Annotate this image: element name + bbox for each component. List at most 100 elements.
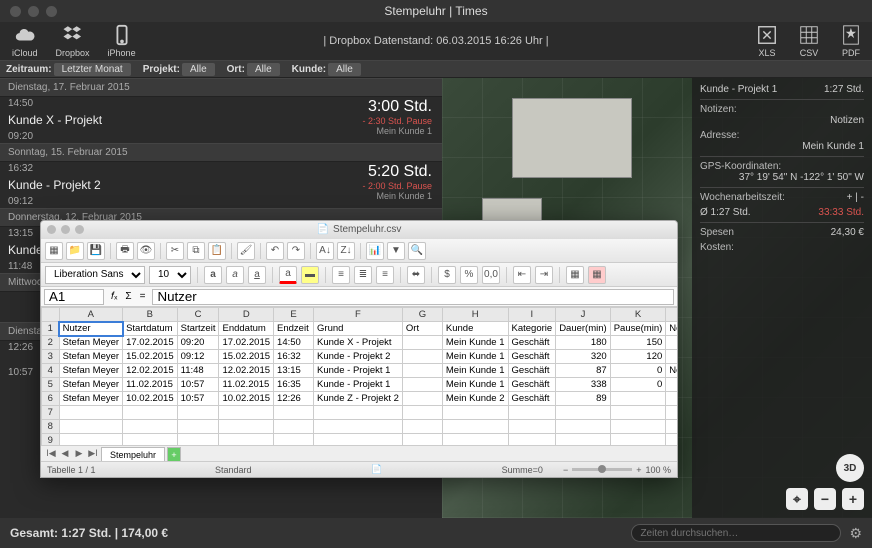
equals-icon[interactable]: = (136, 291, 150, 302)
align-left-icon[interactable]: ≡ (332, 266, 350, 284)
map-zoom-in[interactable]: + (842, 488, 864, 510)
min-dot[interactable] (28, 6, 39, 17)
week-value[interactable]: + | - (847, 192, 864, 203)
dropbox-icon (62, 24, 84, 46)
align-center-icon[interactable]: ≣ (354, 266, 372, 284)
time-entry[interactable]: 14:50Kunde X - Projekt09:20 3:00 Std.- 2… (0, 97, 442, 143)
time-entry[interactable]: 16:32Kunde - Projekt 209:12 5:20 Std.- 2… (0, 162, 442, 208)
paste-icon[interactable]: 📋 (208, 242, 226, 260)
cut-icon[interactable]: ✂ (166, 242, 184, 260)
bold-icon[interactable]: a (204, 266, 222, 284)
sheet-tab[interactable]: Stempeluhr (101, 447, 165, 461)
close-dot[interactable] (47, 225, 56, 234)
storage-icloud[interactable]: iCloud (12, 24, 38, 58)
map-3d-button[interactable]: 3D (836, 454, 864, 482)
decimal-icon[interactable]: 0,0 (482, 266, 500, 284)
brush-icon[interactable]: 🖌 (237, 242, 255, 260)
status-style: Standard (215, 465, 252, 475)
map-controls: 3D ⌖ − + (786, 454, 864, 510)
spreadsheet-window: 📄Stempeluhr.csv ▦ 📁 💾 🖶 👁 ✂ ⧉ 📋 🖌 ↶ ↷ A↓… (40, 220, 678, 478)
export-csv[interactable]: CSV (798, 24, 820, 58)
open-icon[interactable]: 📁 (66, 242, 84, 260)
close-dot[interactable] (10, 6, 21, 17)
indent-dec-icon[interactable]: ⇤ (513, 266, 531, 284)
customer: Mein Kunde 1 (376, 191, 432, 201)
chart-icon[interactable]: 📊 (366, 242, 384, 260)
font-select[interactable]: Liberation Sans (45, 266, 145, 284)
max-dot[interactable] (75, 225, 84, 234)
sort-desc-icon[interactable]: Z↓ (337, 242, 355, 260)
add-sheet-tab[interactable]: + (167, 447, 181, 461)
gps-label: GPS-Koordinaten: (700, 161, 864, 172)
print-icon[interactable]: 🖶 (116, 242, 134, 260)
map-locate-button[interactable]: ⌖ (786, 488, 808, 510)
duration: 5:20 Std. (368, 163, 432, 181)
zoom-out-icon[interactable]: − (563, 465, 568, 475)
filter-icon[interactable]: ▼ (387, 242, 405, 260)
italic-icon[interactable]: a (226, 266, 244, 284)
entry-name: Kunde - Projekt 2 (8, 178, 101, 192)
window-title: Stempeluhr | Times (0, 0, 872, 22)
save-icon[interactable]: 💾 (87, 242, 105, 260)
day-header: Dienstag, 17. Februar 2015 (0, 78, 442, 97)
export-xls[interactable]: XLS (756, 24, 778, 58)
align-right-icon[interactable]: ≡ (376, 266, 394, 284)
currency-icon[interactable]: $ (438, 266, 456, 284)
copy-icon[interactable]: ⧉ (187, 242, 205, 260)
tab-next[interactable]: ▶ (73, 448, 85, 459)
xls-icon (756, 24, 778, 46)
tab-last[interactable]: ▶I (87, 448, 99, 459)
filter-kunde[interactable]: Alle (328, 63, 361, 76)
new-icon[interactable]: ▦ (45, 242, 63, 260)
merge-icon[interactable]: ⬌ (407, 266, 425, 284)
mac-traffic-lights (10, 6, 57, 17)
storage-iphone[interactable]: iPhone (108, 24, 136, 58)
day-header: Sonntag, 15. Februar 2015 (0, 143, 442, 162)
grid-icon[interactable]: ▦ (588, 266, 606, 284)
spreadsheet-grid: ABCDEFGHIJKLM1NutzerStartdatumStartzeitE… (41, 307, 677, 445)
max-dot[interactable] (46, 6, 57, 17)
tab-first[interactable]: I◀ (45, 448, 57, 459)
grid-scroll[interactable]: ABCDEFGHIJKLM1NutzerStartdatumStartzeitE… (41, 307, 677, 445)
filter-zeitraum[interactable]: Letzter Monat (54, 63, 131, 76)
sort-asc-icon[interactable]: A↓ (316, 242, 334, 260)
size-select[interactable]: 10 (149, 266, 191, 284)
filter-projekt[interactable]: Alle (182, 63, 215, 76)
week-label: Wochenarbeitszeit: (700, 192, 785, 203)
settings-gear-icon[interactable]: ⚙ (849, 525, 862, 542)
sync-status: | Dropbox Datenstand: 06.03.2015 16:26 U… (323, 35, 548, 47)
find-icon[interactable]: 🔍 (408, 242, 426, 260)
filter-bar: Zeitraum: Letzter Monat Projekt: Alle Or… (0, 60, 872, 78)
filter-ort[interactable]: Alle (247, 63, 280, 76)
highlight-icon[interactable]: ▬ (301, 266, 319, 284)
borders-icon[interactable]: ▦ (566, 266, 584, 284)
filter-ort-label: Ort: (227, 64, 245, 75)
export-pdf[interactable]: PDF (840, 24, 862, 58)
zoom-control[interactable]: − + 100 % (563, 465, 671, 475)
zoom-slider[interactable] (572, 468, 632, 471)
font-color-icon[interactable]: a (279, 266, 297, 284)
map-zoom-out[interactable]: − (814, 488, 836, 510)
filter-kunde-label: Kunde: (292, 64, 326, 75)
storage-dropbox[interactable]: Dropbox (56, 24, 90, 58)
redo-icon[interactable]: ↷ (287, 242, 305, 260)
sheet-traffic-lights (47, 225, 84, 234)
undo-icon[interactable]: ↶ (266, 242, 284, 260)
search-input[interactable] (631, 524, 841, 542)
duration: 3:00 Std. (368, 98, 432, 116)
label: XLS (758, 48, 775, 58)
percent-icon[interactable]: % (460, 266, 478, 284)
formula-input[interactable] (152, 289, 674, 305)
sum-icon[interactable]: Σ (121, 291, 135, 302)
entry-name: Kunde X - Projekt (8, 113, 102, 127)
underline-icon[interactable]: a (248, 266, 266, 284)
pause: - 2:00 Std. Pause (362, 181, 432, 191)
tab-prev[interactable]: ◀ (59, 448, 71, 459)
cell-reference[interactable] (44, 289, 104, 305)
fx-icon[interactable]: 𝑓ₓ (107, 291, 121, 302)
indent-inc-icon[interactable]: ⇥ (535, 266, 553, 284)
zoom-in-icon[interactable]: + (636, 465, 641, 475)
min-dot[interactable] (61, 225, 70, 234)
sheet-titlebar: 📄Stempeluhr.csv (41, 221, 677, 239)
preview-icon[interactable]: 👁 (137, 242, 155, 260)
